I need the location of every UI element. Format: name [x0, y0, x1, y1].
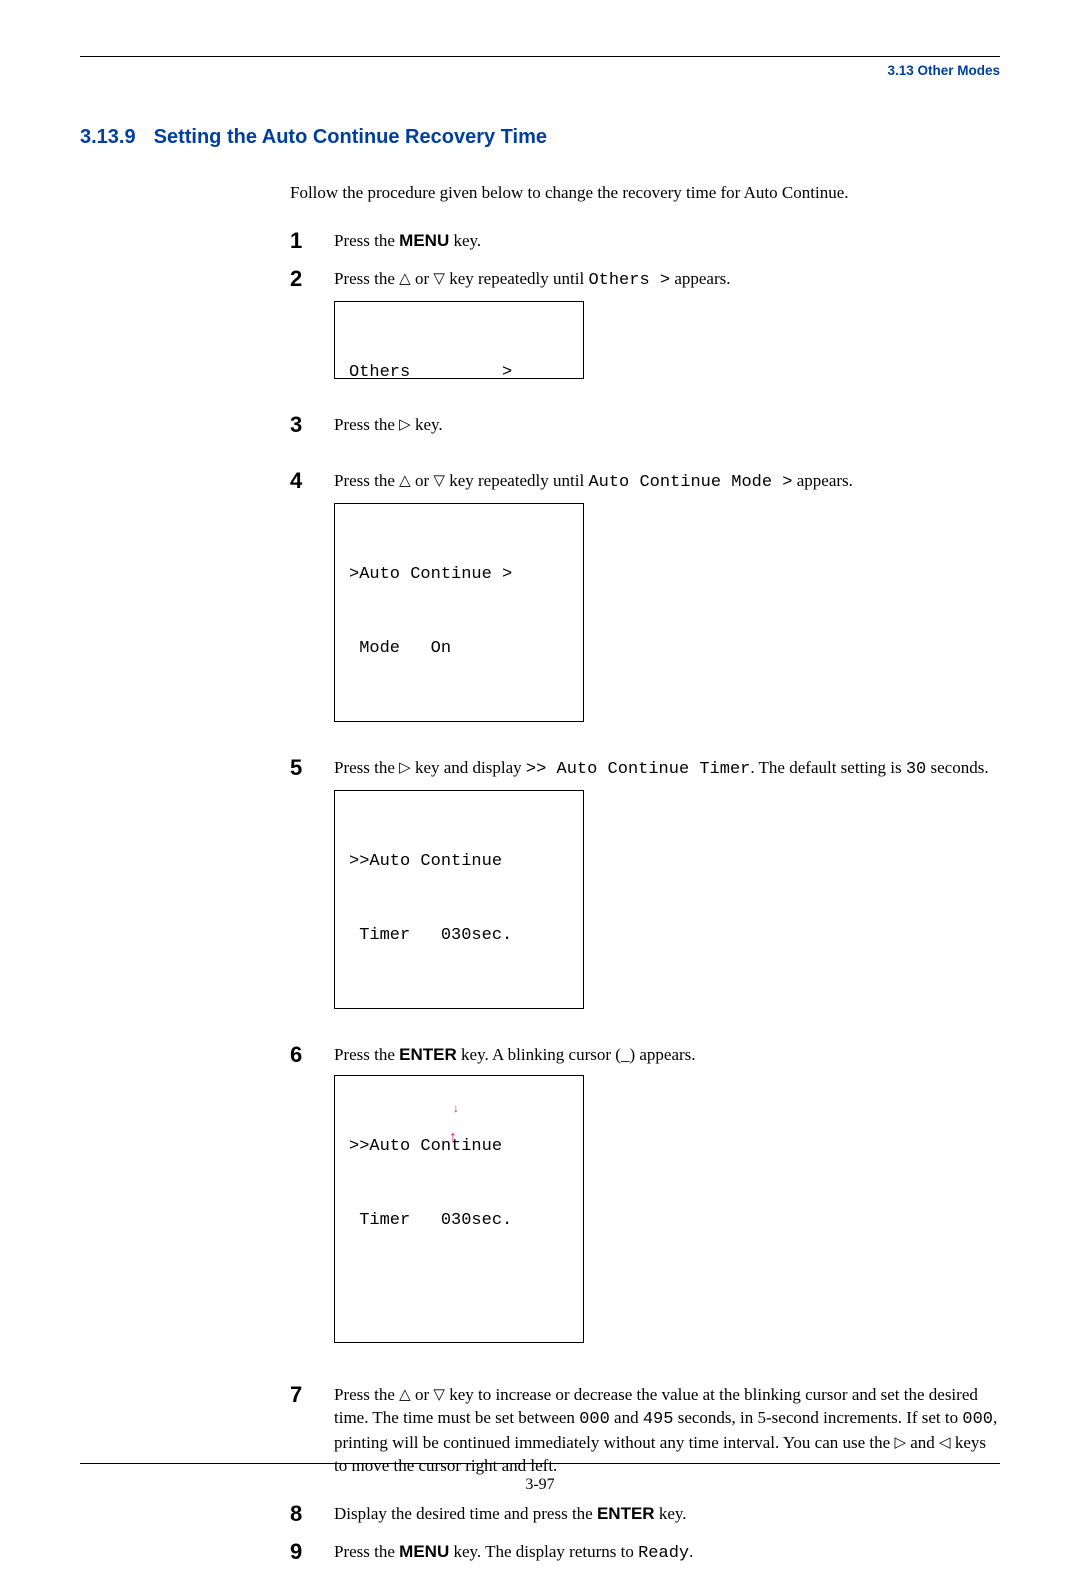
- step-body: Press the MENU key. The display returns …: [334, 1540, 693, 1574]
- triangle-right-icon: ▷: [399, 761, 411, 776]
- header-breadcrumb: 3.13 Other Modes: [80, 63, 1000, 78]
- text: appears.: [670, 269, 730, 288]
- triangle-right-icon: ▷: [894, 1436, 906, 1451]
- text: or: [411, 1385, 434, 1404]
- step-list: 1 Press the MENU key. 2 Press the △ or ▽…: [290, 229, 1000, 1574]
- section-title-text: Setting the Auto Continue Recovery Time: [154, 126, 547, 148]
- cursor-arrow-down-icon: ↓: [453, 1100, 459, 1117]
- triangle-up-icon: △: [399, 272, 411, 287]
- step-number: 9: [290, 1540, 334, 1564]
- code-text: Others >: [588, 271, 670, 290]
- text: . The default setting is: [750, 758, 906, 777]
- step-number: 4: [290, 469, 334, 493]
- step-number: 8: [290, 1502, 334, 1526]
- lcd-line-2: Mode On: [349, 637, 569, 662]
- text: Display the desired time and press the: [334, 1504, 597, 1523]
- text: Press the: [334, 1045, 399, 1064]
- code-text: Auto Continue Mode >: [588, 473, 792, 492]
- lcd-display: >>Auto Continue Timer 030sec. ↓ ↑: [334, 1075, 584, 1343]
- step-body: Press the △ or ▽ key repeatedly until Au…: [334, 469, 853, 750]
- code-text: 000: [962, 1410, 993, 1429]
- lcd-display: >>Auto Continue Timer 030sec.: [334, 790, 584, 1009]
- lcd-line-2: Timer 030sec.: [349, 1209, 569, 1234]
- lcd-line-1: >Auto Continue >: [349, 563, 569, 588]
- top-rule: [80, 56, 1000, 57]
- text: .: [689, 1542, 693, 1561]
- code-text: 30: [906, 760, 926, 779]
- step-body: Display the desired time and press the E…: [334, 1502, 687, 1534]
- step-number: 3: [290, 413, 334, 437]
- page-number: 3-97: [0, 1476, 1080, 1494]
- step-1: 1 Press the MENU key.: [290, 229, 1000, 261]
- text: seconds, in 5-second increments. If set …: [673, 1408, 962, 1427]
- triangle-down-icon: ▽: [433, 1388, 445, 1403]
- intro-paragraph: Follow the procedure given below to chan…: [290, 183, 1000, 203]
- text: Press the: [334, 269, 399, 288]
- text: and: [906, 1433, 939, 1452]
- lcd-line-2: Timer 030sec.: [349, 924, 569, 949]
- triangle-left-icon: ◁: [939, 1436, 951, 1451]
- step-5: 5 Press the ▷ key and display >> Auto Co…: [290, 756, 1000, 1037]
- text: Press the: [334, 1385, 399, 1404]
- text: key.: [449, 231, 481, 250]
- text: seconds.: [926, 758, 988, 777]
- code-text: 000: [579, 1410, 610, 1429]
- menu-key-label: MENU: [399, 1542, 449, 1561]
- step-2: 2 Press the △ or ▽ key repeatedly until …: [290, 267, 1000, 407]
- step-number: 5: [290, 756, 334, 780]
- page: 3.13 Other Modes 3.13.9 Setting the Auto …: [0, 0, 1080, 1528]
- text: Press the: [334, 1542, 399, 1561]
- step-body: Press the ▷ key and display >> Auto Cont…: [334, 756, 989, 1037]
- lcd-line-1: Others >: [349, 361, 569, 386]
- text: Press the: [334, 758, 399, 777]
- code-text: >> Auto Continue Timer: [526, 760, 750, 779]
- triangle-down-icon: ▽: [433, 272, 445, 287]
- enter-key-label: ENTER: [597, 1504, 655, 1523]
- step-number: 6: [290, 1043, 334, 1067]
- enter-key-label: ENTER: [399, 1045, 457, 1064]
- step-6: 6 Press the ENTER key. A blinking cursor…: [290, 1043, 1000, 1377]
- triangle-up-icon: △: [399, 1388, 411, 1403]
- lcd-line-1: >>Auto Continue: [349, 850, 569, 875]
- lcd-display: >Auto Continue > Mode On: [334, 503, 584, 722]
- text: key. A blinking cursor (_) appears.: [457, 1045, 696, 1064]
- step-8: 8 Display the desired time and press the…: [290, 1502, 1000, 1534]
- text: key.: [655, 1504, 687, 1523]
- code-text: Ready: [638, 1544, 689, 1563]
- step-number: 2: [290, 267, 334, 291]
- step-body: Press the △ or ▽ key repeatedly until Ot…: [334, 267, 731, 407]
- bottom-rule: [80, 1463, 1000, 1464]
- step-body: Press the ENTER key. A blinking cursor (…: [334, 1043, 696, 1377]
- text: and: [610, 1408, 643, 1427]
- step-9: 9 Press the MENU key. The display return…: [290, 1540, 1000, 1574]
- text: or: [411, 269, 434, 288]
- menu-key-label: MENU: [399, 231, 449, 250]
- text: key. The display returns to: [449, 1542, 638, 1561]
- text: key repeatedly until: [445, 269, 589, 288]
- section-number: 3.13.9: [80, 126, 136, 148]
- text: Press the: [334, 231, 399, 250]
- lcd-display: Others >: [334, 301, 584, 379]
- section-heading: 3.13.9 Setting the Auto Continue Recovery…: [80, 126, 1000, 149]
- code-text: 495: [643, 1410, 674, 1429]
- text: key and display: [411, 758, 526, 777]
- step-number: 1: [290, 229, 334, 253]
- lcd-line-1: >>Auto Continue: [349, 1135, 569, 1160]
- lcd-line-2: [349, 435, 569, 460]
- step-body: Press the MENU key.: [334, 229, 481, 261]
- text: appears.: [793, 471, 853, 490]
- step-4: 4 Press the △ or ▽ key repeatedly until …: [290, 469, 1000, 750]
- step-number: 7: [290, 1383, 334, 1407]
